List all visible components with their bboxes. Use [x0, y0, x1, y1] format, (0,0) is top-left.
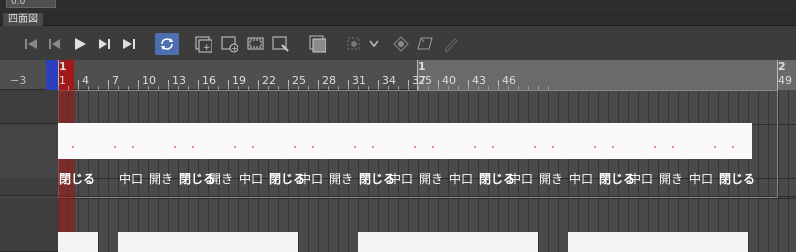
cel-block [628, 232, 748, 252]
ruler-tick [777, 60, 778, 90]
ruler-frame-label: 43 [472, 74, 486, 87]
cel-mark [372, 146, 374, 148]
ruler-frame-label: 19 [232, 74, 246, 87]
light-table-icon[interactable] [392, 35, 409, 52]
ruler-frame-label: 13 [172, 74, 186, 87]
current-frame-highlight [58, 90, 75, 252]
onion-skin-icon[interactable] [309, 35, 326, 52]
tab-four-view[interactable]: 四面図 [3, 13, 43, 26]
svg-text:+: + [231, 44, 238, 53]
cel-block [178, 232, 298, 252]
ruler-frame-label: 37 [412, 74, 426, 87]
cel-strip [58, 123, 752, 159]
cel-mark [252, 146, 254, 148]
specify-cel-icon[interactable] [247, 35, 264, 52]
frame-column [778, 90, 779, 252]
step-back-icon[interactable] [45, 35, 62, 52]
top-strip: 0.0 [0, 0, 796, 12]
ruler-frame-label: 34 [382, 74, 396, 87]
cel-mark [552, 146, 554, 148]
value-field[interactable]: 0.0 [6, 0, 56, 8]
add-to-light-table-icon[interactable] [416, 35, 433, 52]
cel-mark [414, 146, 416, 148]
ruler-frame-label: 16 [202, 74, 216, 87]
ruler-frame-label: 28 [322, 74, 336, 87]
timeline-toolbar: + + [0, 26, 796, 60]
go-first-icon[interactable] [22, 35, 39, 52]
cel-label: 中口 [119, 172, 144, 186]
pen-icon[interactable] [442, 35, 459, 53]
new-animation-folder-icon[interactable]: + [195, 35, 212, 53]
cel-label: 中口 [239, 172, 264, 186]
ruler-marker-label: 2 [778, 60, 786, 73]
cel-label: 開き [419, 172, 444, 186]
camera-work-icon[interactable] [345, 35, 362, 52]
ruler-frame-label: 31 [352, 74, 366, 87]
ruler-frame-label: 1 [59, 74, 66, 87]
ruler-frame-label: 22 [262, 74, 276, 87]
ruler-frame-label: 40 [442, 74, 456, 87]
layer-header[interactable] [0, 198, 58, 252]
cel-label: 中口 [449, 172, 474, 186]
cel-label: 中口 [509, 172, 534, 186]
cel-mark [432, 146, 434, 148]
cel-mark [594, 146, 596, 148]
cel-mark [294, 146, 296, 148]
cel-mark [654, 146, 656, 148]
start-marker[interactable] [46, 60, 58, 90]
ruler-frame-label: 10 [142, 74, 156, 87]
ruler-frame-label: 46 [502, 74, 516, 87]
layer-header[interactable] [0, 178, 58, 196]
dropdown-arrow-icon[interactable] [368, 35, 380, 52]
cel-label: 中口 [299, 172, 324, 186]
cel-block [58, 232, 98, 252]
cel-mark [672, 146, 674, 148]
ruler-frame-label: 25 [292, 74, 306, 87]
track-separator [58, 198, 796, 199]
cel-mark [474, 146, 476, 148]
new-cel-icon[interactable]: + [221, 35, 238, 53]
go-last-icon[interactable] [120, 35, 137, 52]
cel-label: 中口 [689, 172, 714, 186]
cel-mark [174, 146, 176, 148]
loop-icon[interactable] [155, 33, 179, 55]
cel-mark [312, 146, 314, 148]
tab-bar: 四面図 [0, 12, 796, 26]
cel-label: 開き [329, 172, 354, 186]
cel-block [118, 232, 178, 252]
cel-label: 閉じる [59, 172, 96, 186]
ruler-marker-label: 1 [418, 60, 426, 73]
cel-mark [714, 146, 716, 148]
cel-mark [132, 146, 134, 148]
cel-label: 中口 [389, 172, 414, 186]
ruler-frame-label: 49 [778, 74, 792, 87]
cel-label: 開き [149, 172, 174, 186]
cel-mark [192, 146, 194, 148]
layer-header[interactable] [0, 90, 58, 124]
cel-block [358, 232, 538, 252]
ruler-frame-label: −3 [10, 74, 27, 87]
cel-mark [612, 146, 614, 148]
cel-mark [732, 146, 734, 148]
cel-label: 中口 [569, 172, 594, 186]
cel-mark [492, 146, 494, 148]
cel-mark [72, 146, 74, 148]
cel-label: 開き [209, 172, 234, 186]
ruler-marker-label: 1 [59, 60, 67, 73]
cel-label: 中口 [629, 172, 654, 186]
edit-timeline-icon[interactable] [272, 35, 289, 52]
step-forward-icon[interactable] [96, 35, 113, 52]
cel-mark [114, 146, 116, 148]
play-icon[interactable] [71, 35, 88, 52]
cel-mark [354, 146, 356, 148]
cel-label: 開き [539, 172, 564, 186]
frame-column [788, 90, 789, 252]
svg-text:+: + [203, 43, 211, 53]
cel-label: 開き [659, 172, 684, 186]
cel-label: 閉じる [719, 172, 756, 186]
layer-header-column [0, 90, 58, 252]
cel-mark [234, 146, 236, 148]
cel-block [568, 232, 628, 252]
cel-mark [534, 146, 536, 148]
